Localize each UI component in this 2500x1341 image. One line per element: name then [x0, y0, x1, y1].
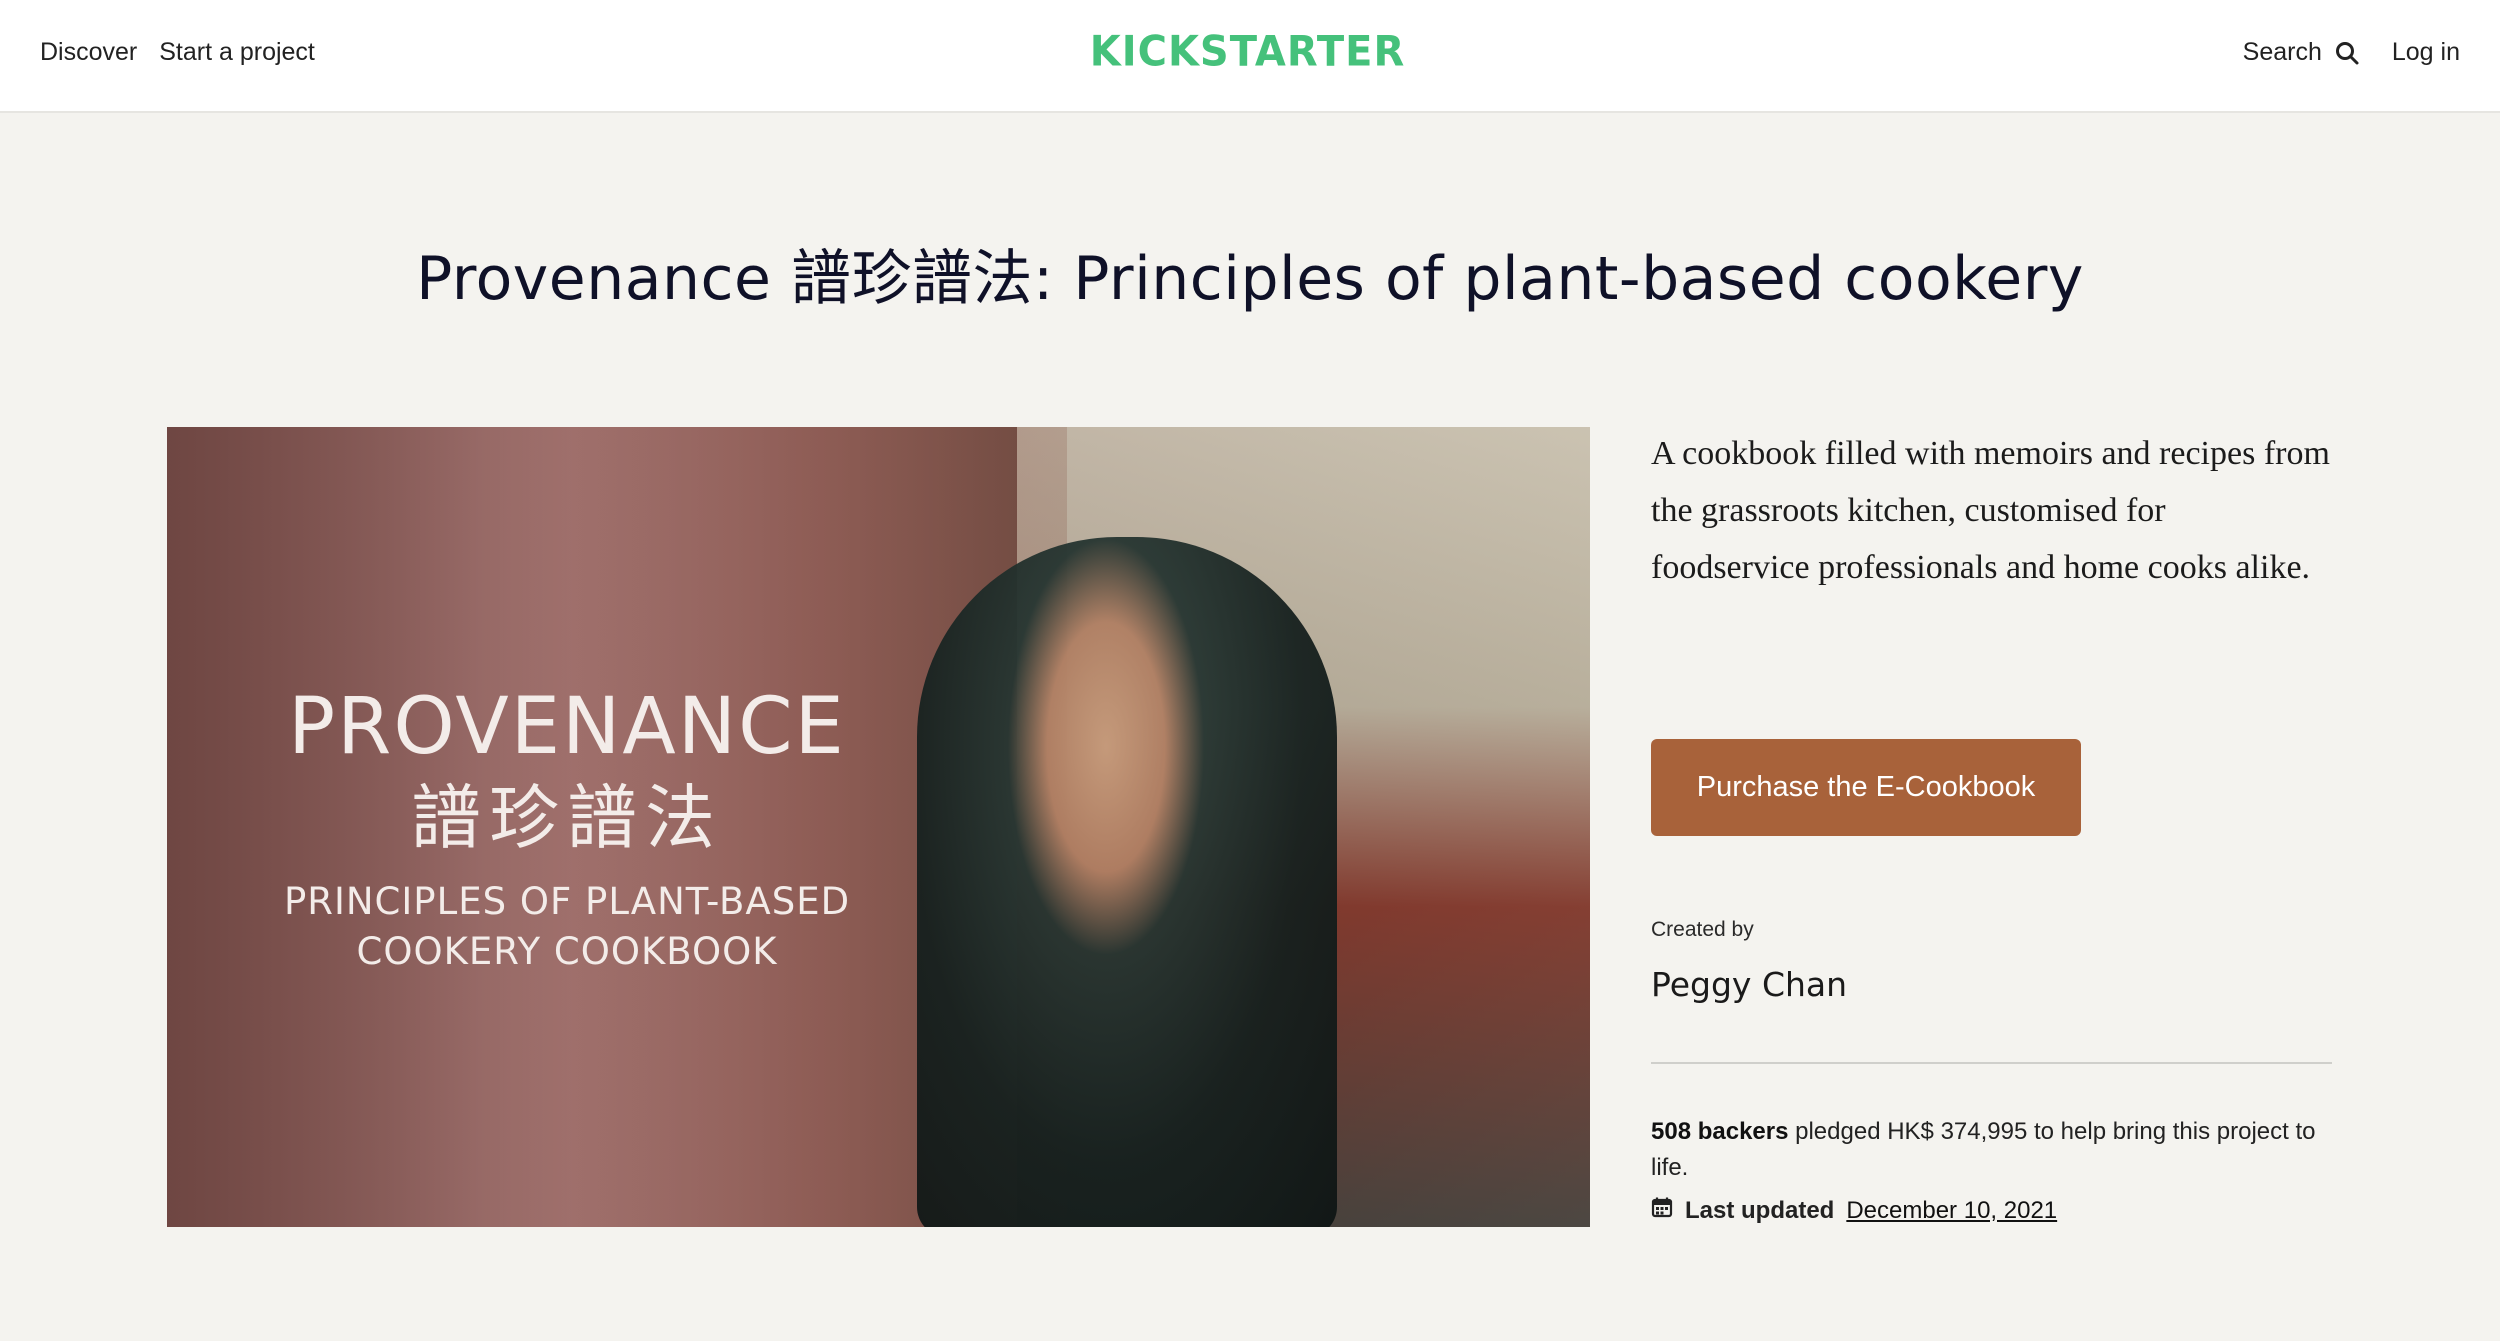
hero-title-latin: PROVENANCE [288, 682, 846, 772]
kickstarter-logo[interactable]: KICKSTARTER [1089, 27, 1406, 77]
hero-subtitle-line1: PRINCIPLES OF PLANT-BASED [283, 880, 851, 923]
backers-count: 508 backers [1651, 1118, 1789, 1145]
project-sidebar: A cookbook filled with memoirs and recip… [1651, 425, 2332, 1224]
project-blurb: A cookbook filled with memoirs and recip… [1651, 435, 2330, 586]
start-project-link[interactable]: Start a project [159, 38, 315, 67]
site-header: Discover Start a project KICKSTARTER Sea… [0, 0, 2500, 113]
primary-nav: Discover Start a project [40, 38, 315, 67]
secondary-nav: Search Log in [2243, 38, 2460, 67]
project-title: Provenance 譜珍譜法: Principles of plant-bas… [416, 244, 2084, 314]
created-by-label: Created by [1651, 918, 1754, 941]
hero-subtitle-line2: COOKERY COOKBOOK [356, 930, 778, 973]
purchase-ecookbook-button[interactable]: Purchase the E-Cookbook [1651, 739, 2081, 836]
hero-subtitle: PRINCIPLES OF PLANT-BASED COOKERY COOKBO… [167, 877, 967, 977]
calendar-icon [1651, 1196, 1673, 1225]
hero-title-chinese: 譜珍譜法 [411, 777, 723, 859]
search-button[interactable]: Search [2243, 38, 2360, 67]
chef-figure [917, 537, 1337, 1227]
funding-summary: 508 backers pledged HK$ 374,995 to help … [1651, 1114, 2332, 1186]
last-updated: Last updated December 10, 2021 [1651, 1196, 2057, 1225]
last-updated-label: Last updated [1685, 1196, 1835, 1224]
project-hero-image[interactable]: PROVENANCE 譜珍譜法 PRINCIPLES OF PLANT-BASE… [167, 427, 1590, 1227]
search-icon [2334, 40, 2360, 66]
discover-link[interactable]: Discover [40, 38, 137, 67]
login-link[interactable]: Log in [2392, 38, 2460, 67]
divider [1651, 1062, 2332, 1064]
last-updated-date-link[interactable]: December 10, 2021 [1846, 1197, 2057, 1225]
search-label: Search [2242, 38, 2322, 66]
creator-name[interactable]: Peggy Chan [1651, 965, 1847, 1004]
logo-text: KICKSTARTER [1089, 27, 1406, 77]
